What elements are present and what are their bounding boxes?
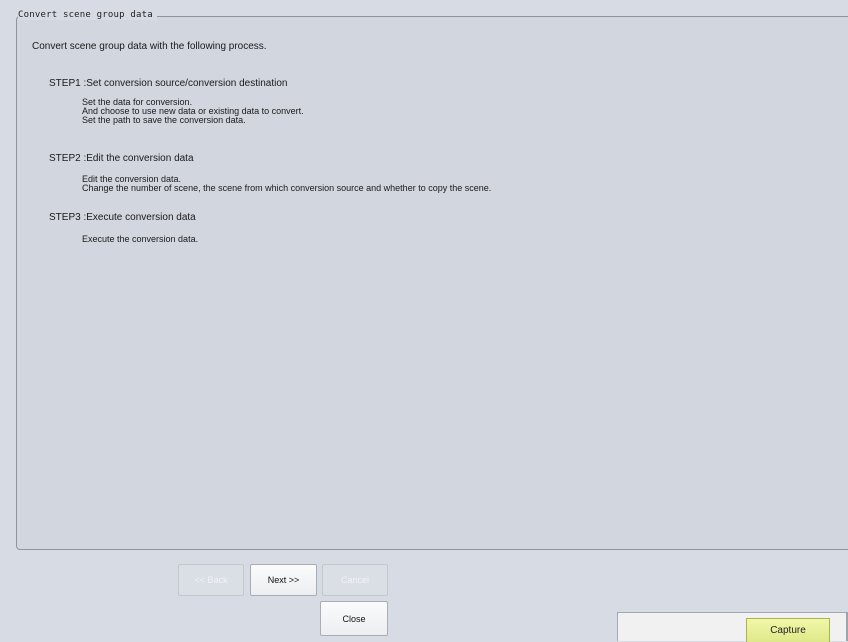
cancel-button[interactable]: Cancel	[322, 564, 388, 596]
step1-line: Set the path to save the conversion data…	[82, 115, 246, 125]
step3-line: Execute the conversion data.	[82, 234, 199, 244]
back-button[interactable]: << Back	[178, 564, 244, 596]
step3-description: Execute the conversion data.	[82, 235, 198, 244]
step1-title: STEP1 :Set conversion source/conversion …	[49, 78, 288, 89]
capture-panel: Capture	[617, 612, 848, 642]
step1-description: Set the data for conversion. And choose …	[82, 98, 304, 125]
intro-text: Convert scene group data with the follow…	[32, 41, 267, 52]
step2-description: Edit the conversion data. Change the num…	[82, 175, 491, 193]
step2-line: Change the number of scene, the scene fr…	[82, 183, 492, 193]
step2-title: STEP2 :Edit the conversion data	[49, 153, 194, 164]
panel-title: Convert scene group data	[18, 10, 157, 20]
next-button[interactable]: Next >>	[250, 564, 317, 596]
close-button[interactable]: Close	[320, 601, 388, 636]
capture-button[interactable]: Capture	[746, 618, 830, 642]
step3-title: STEP3 :Execute conversion data	[49, 212, 196, 223]
